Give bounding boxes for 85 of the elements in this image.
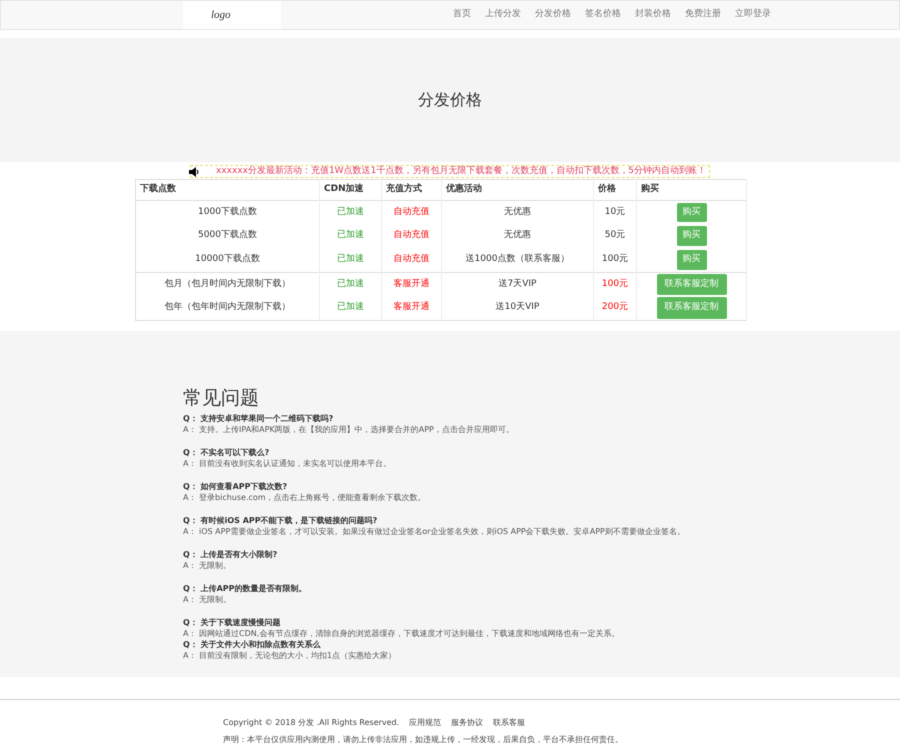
table-cell: 无优惠 <box>442 224 594 248</box>
question-label: Q： <box>183 618 198 628</box>
table-cell: 自动充值 <box>382 224 442 248</box>
footer-link[interactable]: 联系客服 <box>493 718 526 726</box>
nav-link[interactable]: 签名价格 <box>585 8 621 22</box>
buy-button[interactable]: 购买 <box>676 226 706 246</box>
question-label: Q： <box>183 640 198 650</box>
answer-label: A： <box>183 595 196 604</box>
nav-link[interactable]: 分发价格 <box>535 8 571 22</box>
answer-text: iOS APP需要做企业签名，才可以安装。如果没有做过企业签名or企业签名失效，则iOS APP会下载失败。安卓APP则不需要做企业签名。 <box>198 527 685 536</box>
table-cell: 无优惠 <box>442 200 594 224</box>
column-header: 充值方式 <box>382 180 442 200</box>
nav-link[interactable]: 首页 <box>453 8 471 22</box>
answer-label: A： <box>183 651 196 660</box>
answer-label: A： <box>183 493 196 502</box>
nav-link[interactable]: 上传分发 <box>485 8 521 22</box>
logo[interactable]: logo <box>183 1 281 29</box>
question-label: Q： <box>183 482 198 492</box>
speaker-icon <box>189 166 200 176</box>
table-cell: 100元 <box>594 272 636 296</box>
answer-label: A： <box>183 459 196 468</box>
faq-title: 常见问题 <box>183 386 260 410</box>
disclaimer-text: 声明：本平台仅供应用内测使用，请勿上传非法应用，如违规上传，一经发现，后果自负，平台不承担任何责任。 <box>223 734 624 746</box>
table-cell: 送7天VIP <box>442 272 594 296</box>
table-cell: 100元 <box>594 248 636 272</box>
table-cell: 已加速 <box>320 248 382 272</box>
table-cell: 客服开通 <box>382 296 442 320</box>
question-label: Q： <box>183 448 198 458</box>
answer-text: 支持。上传IPA和APK两版，在【我的应用】中，选择要合并的APP，点击合并应用即可。 <box>198 425 514 434</box>
buy-button[interactable]: 联系客服定制 <box>656 274 726 295</box>
question-text: 关于文件大小和扣除点数有关系么 <box>200 640 321 650</box>
question-label: Q： <box>183 584 198 594</box>
question-label: Q： <box>183 516 198 526</box>
nav-link[interactable]: 立即登录 <box>735 8 771 22</box>
question-label: Q： <box>183 550 198 560</box>
table-cell: 送10天VIP <box>442 296 594 320</box>
answer-text: 目前没有限制，无论包的大小，均扣1点（实惠给大家） <box>198 651 396 660</box>
table-cell: 包月（包月时间内无限制下载） <box>136 272 320 296</box>
page-title: 分发价格 <box>418 90 482 110</box>
answer-label: A： <box>183 527 196 536</box>
answer-text: 目前没有收到实名认证通知，未实名可以使用本平台。 <box>198 459 392 468</box>
question-text: 关于下载速度慢慢问题 <box>200 618 281 628</box>
question-text: 有时候iOS APP不能下载，是下载链接的问题吗? <box>200 516 378 526</box>
answer-text: 无限制。 <box>198 595 232 604</box>
table-cell: 5000下载点数 <box>136 224 320 248</box>
copyright-text: Copyright © 2018 分发 .All Rights Reserved. <box>223 718 400 726</box>
answer-text: 无限制。 <box>198 561 232 570</box>
answer-label: A： <box>183 425 196 434</box>
column-header: CDN加速 <box>320 180 382 200</box>
table-cell: 已加速 <box>320 224 382 248</box>
column-header: 优惠活动 <box>442 180 594 200</box>
table-cell: 已加速 <box>320 200 382 224</box>
answer-text: 因网站通过CDN,会有节点缓存，清除自身的浏览器缓存，下载速度才可达到最佳，下载速度和地域网络也有一定关系。 <box>198 629 620 638</box>
table-cell: 1000下载点数 <box>136 200 320 224</box>
buy-button[interactable]: 购买 <box>676 250 706 270</box>
question-text: 不实名可以下载么? <box>200 448 270 458</box>
column-header: 价格 <box>594 180 636 200</box>
footer-link[interactable]: 服务协议 <box>451 718 484 726</box>
question-text: 上传是否有大小限制? <box>200 550 278 560</box>
table-cell: 50元 <box>594 224 636 248</box>
answer-text: 登录bichuse.com，点击右上角账号，便能查看剩余下载次数。 <box>198 493 426 502</box>
answer-label: A： <box>183 561 196 570</box>
table-cell: 已加速 <box>320 272 382 296</box>
answer-label: A： <box>183 629 196 638</box>
question-label: Q： <box>183 414 198 424</box>
question-text: 上传APP的数量是否有限制。 <box>200 584 307 594</box>
table-cell: 送1000点数（联系客服） <box>442 248 594 272</box>
table-cell: 200元 <box>594 296 636 320</box>
nav-link[interactable]: 免费注册 <box>685 8 721 22</box>
column-header: 下载点数 <box>136 180 320 200</box>
nav-link[interactable]: 封装价格 <box>635 8 671 22</box>
notice-text: xxxxxx分发最新活动：充值1W点数送1千点数，另有包月无限下载套餐，次数充值，自动扣下载次数，5分钟内自动到账！ <box>216 164 706 178</box>
buy-button[interactable]: 联系客服定制 <box>656 297 726 318</box>
footer-link[interactable]: 应用规范 <box>409 718 442 726</box>
table-cell: 自动充值 <box>382 248 442 272</box>
table-cell: 客服开通 <box>382 272 442 296</box>
table-cell: 10000下载点数 <box>136 248 320 272</box>
column-header: 购买 <box>636 180 746 200</box>
buy-button[interactable]: 购买 <box>676 202 706 222</box>
table-cell: 已加速 <box>320 296 382 320</box>
table-cell: 包年（包年时间内无限制下载） <box>136 296 320 320</box>
table-cell: 自动充值 <box>382 200 442 224</box>
question-text: 如何查看APP下载次数? <box>200 482 288 492</box>
question-text: 支持安卓和苹果同一个二维码下载吗? <box>200 414 334 424</box>
table-cell: 10元 <box>594 200 636 224</box>
